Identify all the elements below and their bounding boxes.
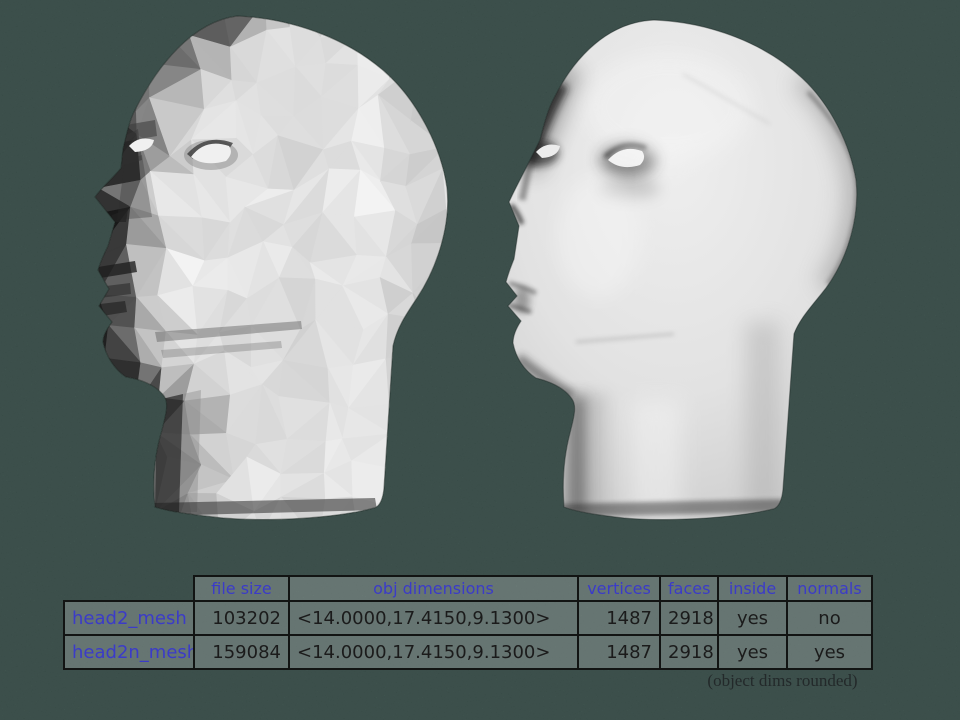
col-header-faces: faces — [660, 576, 718, 601]
table-row: head2_mesh 103202 <14.0000,17.4150,9.130… — [64, 601, 872, 635]
neck-back-shadow — [746, 322, 780, 512]
cell-normals: no — [787, 601, 872, 635]
cell-inside: yes — [718, 635, 787, 669]
cheek-highlight — [556, 175, 640, 299]
cell-inside: yes — [718, 601, 787, 635]
row-label: head2n_mesh — [64, 635, 194, 669]
mouth-corner-shadow — [514, 287, 530, 313]
cell-vertices: 1487 — [578, 635, 660, 669]
cranium-highlight — [583, 52, 753, 162]
col-header-inside: inside — [718, 576, 787, 601]
cell-file-size: 103202 — [194, 601, 289, 635]
col-header-obj-dimensions: obj dimensions — [289, 576, 578, 601]
neck-front-shadow — [155, 394, 183, 512]
cell-vertices: 1487 — [578, 601, 660, 635]
col-header-file-size: file size — [194, 576, 289, 601]
neck-highlight — [630, 400, 682, 517]
col-header-vertices: vertices — [578, 576, 660, 601]
cell-file-size: 159084 — [194, 635, 289, 669]
mesh-stats-table: file size obj dimensions vertices faces … — [63, 575, 873, 670]
table-footnote: (object dims rounded) — [660, 671, 905, 691]
header-spacer — [64, 576, 194, 601]
cell-faces: 2918 — [660, 601, 718, 635]
table-row: head2n_mesh 159084 <14.0000,17.4150,9.13… — [64, 635, 872, 669]
neck-front-shadow-2 — [590, 394, 606, 517]
figure-background: { "colors": { "background": "#3E5D55", "… — [0, 0, 960, 720]
col-header-normals: normals — [787, 576, 872, 601]
cell-obj-dimensions: <14.0000,17.4150,9.1300> — [289, 635, 578, 669]
row-label: head2_mesh — [64, 601, 194, 635]
smooth-shaded-head-render — [478, 12, 882, 527]
cell-obj-dimensions: <14.0000,17.4150,9.1300> — [289, 601, 578, 635]
flat-shaded-head-render — [75, 10, 455, 530]
neck-front-shadow — [566, 395, 588, 517]
cell-normals: yes — [787, 635, 872, 669]
cell-faces: 2918 — [660, 635, 718, 669]
table-header-row: file size obj dimensions vertices faces … — [64, 576, 872, 601]
